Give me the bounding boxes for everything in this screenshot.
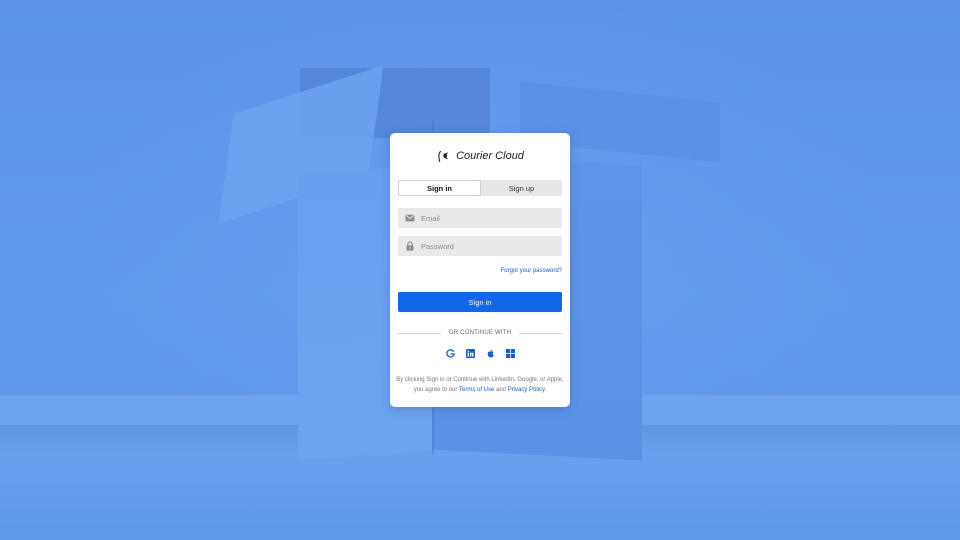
legal-suffix: . [544,386,547,393]
password-input[interactable] [421,241,551,251]
brand-name: Courier Cloud [456,150,524,162]
lock-icon [406,241,414,251]
apple-icon [487,349,494,358]
windows-icon [505,349,515,358]
brand-header: Courier Cloud [390,149,570,163]
mail-icon [405,214,415,222]
divider-line-left [398,332,441,334]
password-field-container [398,236,562,256]
quill-logo-icon [438,150,449,163]
google-icon [445,349,455,358]
google-login-button[interactable] [445,349,455,358]
linkedin-login-button[interactable] [465,349,475,358]
tab-sign-in[interactable]: Sign in [398,180,481,196]
continue-divider: OR CONTINUE WITH [398,330,563,336]
privacy-policy-link[interactable]: Privacy Policy [508,387,545,393]
sign-in-button[interactable]: Sign in [398,292,562,312]
auth-tabs: Sign in Sign up [398,180,562,196]
forgot-password-link[interactable]: Forgot your password? [501,268,562,274]
email-field-container [398,208,562,228]
microsoft-login-button[interactable] [505,349,515,358]
legal-and: and [494,386,508,393]
linkedin-icon [465,349,475,358]
terms-of-use-link[interactable]: Terms of Use [459,387,494,393]
tab-sign-up[interactable]: Sign up [481,180,562,196]
social-login-row [390,349,570,358]
email-input[interactable] [421,213,551,223]
login-card: Courier Cloud Sign in Sign up Forgot you… [390,133,570,407]
divider-text: OR CONTINUE WITH [448,330,512,336]
divider-line-right [519,332,563,334]
legal-notice: By clicking Sign in or Continue with Lin… [396,376,564,395]
apple-login-button[interactable] [486,349,495,358]
